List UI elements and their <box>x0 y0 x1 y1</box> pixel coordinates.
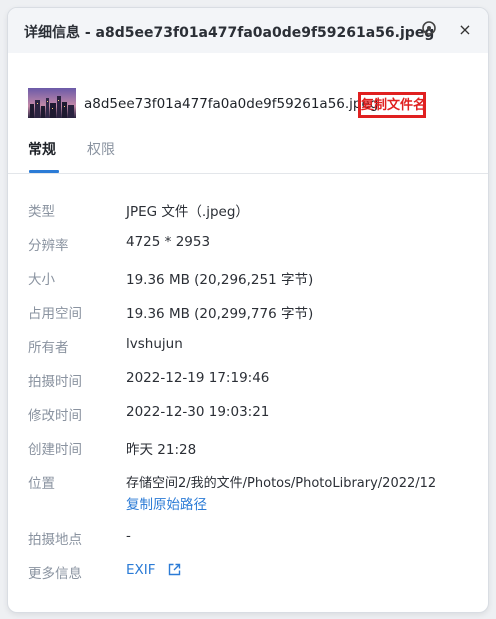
disk-size-label: 占用空间 <box>28 306 82 322</box>
size-label: 大小 <box>28 272 55 288</box>
tab-permissions[interactable]: 权限 <box>87 139 115 159</box>
tab-bar: 常规 权限 <box>8 133 488 174</box>
file-name: a8d5ee73f01a477fa0a0de9f59261a56.jpeg <box>84 96 379 112</box>
shot-place-value: - <box>126 528 131 544</box>
file-header: a8d5ee73f01a477fa0a0de9f59261a56.jpeg 复制… <box>8 53 488 133</box>
copy-file-name-button[interactable]: 复制文件名 <box>358 92 426 118</box>
dialog-title: 详细信息 - a8d5ee73f01a477fa0a0de9f59261a56.… <box>24 25 435 41</box>
copy-original-path-link[interactable]: 复制原始路径 <box>126 493 207 513</box>
active-tab-indicator <box>29 170 59 173</box>
more-info-label: 更多信息 <box>28 566 82 582</box>
location-value: 存储空间2/我的文件/Photos/PhotoLibrary/2022/12 <box>126 476 437 491</box>
close-button[interactable]: × <box>454 19 476 41</box>
external-link-icon <box>168 563 181 580</box>
shot-time-label: 拍摄时间 <box>28 374 82 390</box>
created-time-label: 创建时间 <box>28 442 82 458</box>
location-label: 位置 <box>28 476 55 492</box>
size-value: 19.36 MB (20,296,251 字节) <box>126 272 314 288</box>
resolution-value: 4725 * 2953 <box>126 234 211 250</box>
owner-value: lvshujun <box>126 336 183 352</box>
type-value: JPEG 文件（.jpeg） <box>126 204 249 220</box>
resolution-label: 分辨率 <box>28 238 69 254</box>
created-time-value: 昨天 21:28 <box>126 442 197 458</box>
owner-label: 所有者 <box>28 340 69 356</box>
disk-size-value: 19.36 MB (20,299,776 字节) <box>126 306 314 322</box>
type-label: 类型 <box>28 204 55 220</box>
modified-time-value: 2022-12-30 19:03:21 <box>126 404 270 420</box>
shot-place-label: 拍摄地点 <box>28 532 82 548</box>
title-bar: 详细信息 - a8d5ee73f01a477fa0a0de9f59261a56.… <box>8 8 488 53</box>
modified-time-label: 修改时间 <box>28 408 82 424</box>
settings-icon[interactable] <box>418 19 440 41</box>
exif-link-label: EXIF <box>126 562 156 578</box>
file-details-dialog: 详细信息 - a8d5ee73f01a477fa0a0de9f59261a56.… <box>7 7 489 613</box>
tab-general[interactable]: 常规 <box>28 139 56 159</box>
file-thumbnail <box>28 88 76 118</box>
exif-link[interactable]: EXIF <box>126 562 181 580</box>
shot-time-value: 2022-12-19 17:19:46 <box>126 370 270 386</box>
